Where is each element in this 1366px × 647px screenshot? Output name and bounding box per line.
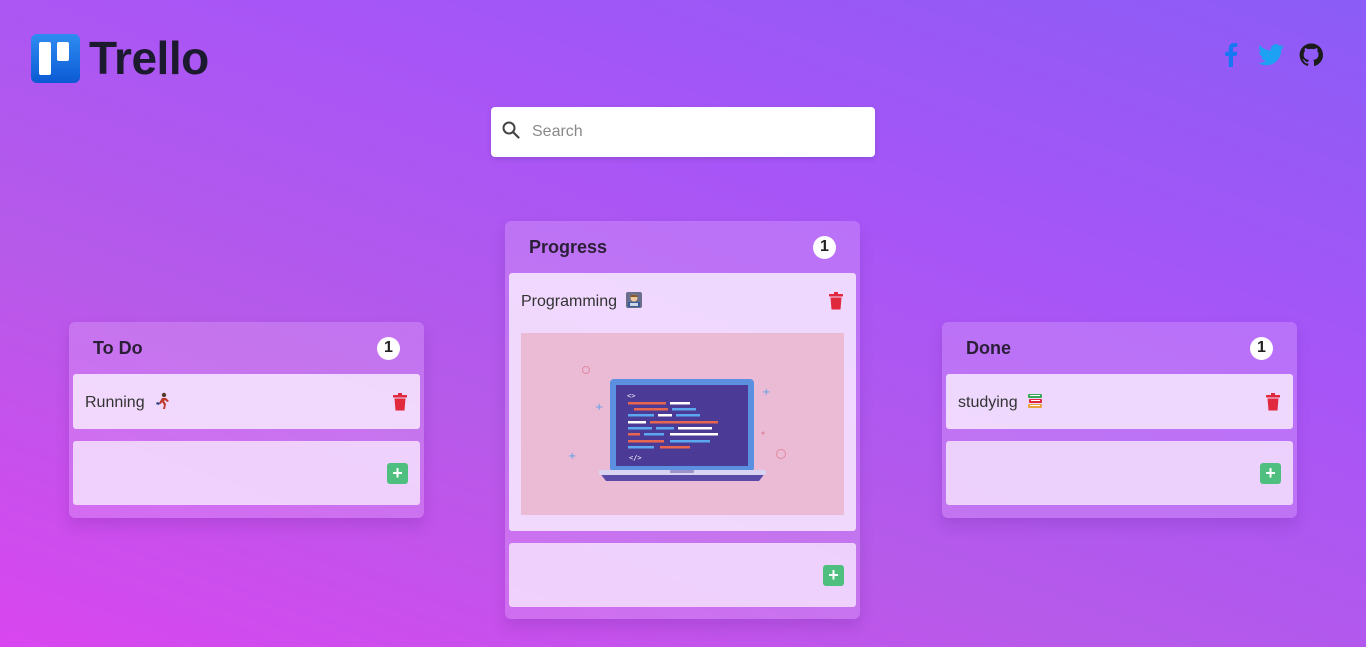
delete-icon[interactable] [1265, 392, 1281, 411]
delete-icon[interactable] [392, 392, 408, 411]
runner-emoji-icon [156, 392, 170, 409]
svg-text:+: + [762, 387, 770, 398]
column-header: Done 1 [942, 322, 1297, 374]
add-card-button[interactable]: + [1260, 463, 1281, 484]
card-title: studying [958, 392, 1044, 412]
laptop-code-illustration: + + + <> </> [521, 333, 844, 515]
card[interactable]: studying [946, 374, 1293, 429]
books-emoji-icon [1028, 393, 1043, 408]
column-progress: Progress 1 Programming + + + <> </> + [505, 221, 860, 619]
add-card-button[interactable]: + [823, 565, 844, 586]
card-count-badge: 1 [377, 336, 400, 360]
column-title: Progress [529, 236, 608, 257]
search-input[interactable] [532, 123, 852, 141]
technologist-emoji-icon [626, 291, 643, 308]
app-title: Trello [89, 32, 209, 84]
add-card-area[interactable]: + [509, 543, 856, 607]
add-card-area[interactable]: + [946, 441, 1293, 505]
search-icon [502, 121, 520, 144]
column-title: Done [966, 337, 1011, 358]
column-title: To Do [93, 337, 143, 358]
trello-logo-icon [31, 33, 80, 83]
card-count-badge: 1 [813, 235, 836, 259]
svg-text:+: + [595, 402, 603, 413]
column-header: To Do 1 [69, 322, 424, 374]
add-card-button[interactable]: + [387, 463, 408, 484]
add-card-area[interactable]: + [73, 441, 420, 505]
search-box [491, 107, 875, 157]
social-links [1218, 42, 1324, 68]
logo[interactable]: Trello [31, 31, 209, 85]
svg-text:</>: </> [629, 454, 642, 462]
column-todo: To Do 1 Running + [69, 322, 424, 518]
svg-text:+: + [568, 451, 576, 462]
delete-icon[interactable] [828, 291, 844, 310]
github-icon[interactable] [1298, 42, 1324, 68]
twitter-icon[interactable] [1258, 42, 1284, 68]
card-title: Running [85, 392, 171, 412]
card-title: Programming [521, 291, 643, 311]
card-count-badge: 1 [1250, 336, 1273, 360]
column-header: Progress 1 [505, 221, 860, 273]
card[interactable]: Running [73, 374, 420, 429]
svg-text:<>: <> [627, 392, 635, 400]
column-done: Done 1 studying + [942, 322, 1297, 518]
facebook-icon[interactable] [1218, 42, 1244, 68]
card[interactable]: Programming + + + <> </> [509, 273, 856, 531]
